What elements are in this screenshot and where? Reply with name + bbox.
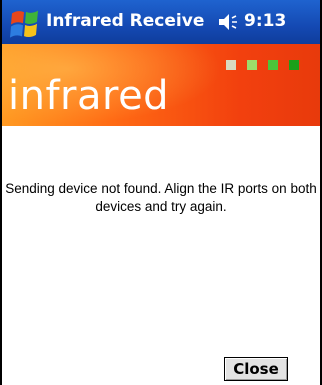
- title-bar: Infrared Receive 9:13: [2, 0, 320, 44]
- screen: Infrared Receive 9:13 infrared Sending d…: [0, 0, 322, 385]
- infrared-banner: infrared: [2, 44, 320, 126]
- status-dot-4: [289, 60, 299, 70]
- window-title: Infrared Receive: [46, 11, 205, 31]
- windows-flag-icon[interactable]: [6, 4, 42, 40]
- banner-title: infrared: [8, 73, 170, 119]
- status-dot-1: [226, 60, 236, 70]
- speaker-icon[interactable]: [218, 13, 240, 31]
- status-dot-2: [247, 60, 257, 70]
- clock[interactable]: 9:13: [244, 11, 286, 31]
- status-message: Sending device not found. Align the IR p…: [5, 181, 317, 214]
- close-button[interactable]: Close: [224, 357, 288, 381]
- status-dot-3: [268, 60, 278, 70]
